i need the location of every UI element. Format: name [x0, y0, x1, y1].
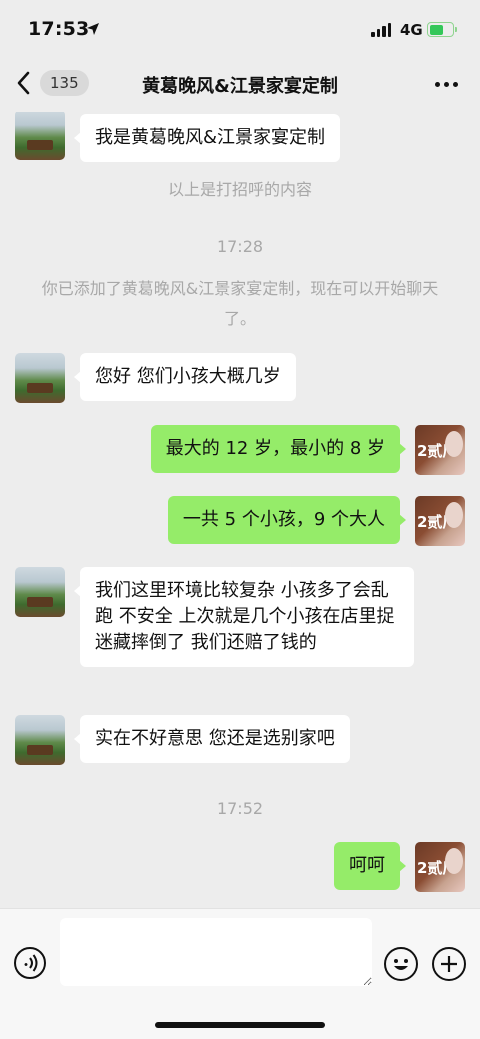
add-icon[interactable]: [432, 947, 466, 981]
message-input[interactable]: [60, 918, 372, 986]
message-bubble-out[interactable]: 最大的 12 岁，最小的 8 岁: [150, 425, 407, 473]
location-arrow-icon: [87, 23, 99, 35]
message-bubble-in[interactable]: 您好 您们小孩大概几岁: [74, 353, 296, 401]
voice-input-icon[interactable]: [14, 947, 46, 979]
message-bubble-in[interactable]: 我们这里环境比较复杂 小孩多了会乱跑 不安全 上次就是几个小孩在店里捉迷藏摔倒了…: [74, 567, 414, 667]
self-avatar[interactable]: 2贰厂: [415, 425, 465, 475]
message-bubble-out[interactable]: 呵呵: [334, 842, 406, 890]
message-bubble-in[interactable]: 实在不好意思 您还是选别家吧: [74, 715, 350, 763]
message-bubble-out[interactable]: 一共 5 个小孩，9 个大人: [167, 496, 407, 544]
system-notice: 你已添加了黄葛晚风&江景家宴定制，现在可以开始聊天了。: [41, 279, 439, 328]
self-avatar[interactable]: 2贰厂: [415, 842, 465, 892]
contact-avatar[interactable]: [15, 567, 65, 617]
network-type: 4G: [400, 21, 423, 39]
system-notice: 以上是打招呼的内容: [167, 180, 312, 199]
home-indicator[interactable]: [155, 1022, 325, 1028]
contact-avatar[interactable]: [15, 112, 65, 160]
more-icon[interactable]: [435, 82, 458, 87]
chat-message-list[interactable]: 我是黄葛晚风&江景家宴定制 以上是打招呼的内容 17:28 你已添加了黄葛晚风&…: [0, 112, 480, 908]
cellular-signal-icon: [371, 23, 391, 37]
chat-title: 黄葛晚风&江景家宴定制: [142, 76, 338, 97]
status-bar: 17:53 4G: [0, 0, 480, 60]
battery-icon: [427, 22, 457, 37]
timestamp: 17:52: [216, 799, 264, 818]
self-avatar[interactable]: 2贰厂: [415, 496, 465, 546]
nav-bar: 135 黄葛晚风&江景家宴定制: [0, 60, 480, 112]
contact-avatar[interactable]: [15, 353, 65, 403]
emoji-icon[interactable]: [384, 947, 418, 981]
input-bar: [0, 908, 480, 1039]
contact-avatar[interactable]: [15, 715, 65, 765]
message-bubble-in[interactable]: 我是黄葛晚风&江景家宴定制: [73, 114, 341, 162]
battery-fill: [429, 24, 444, 35]
timestamp: 17:28: [216, 237, 264, 256]
status-time: 17:53: [28, 18, 90, 40]
